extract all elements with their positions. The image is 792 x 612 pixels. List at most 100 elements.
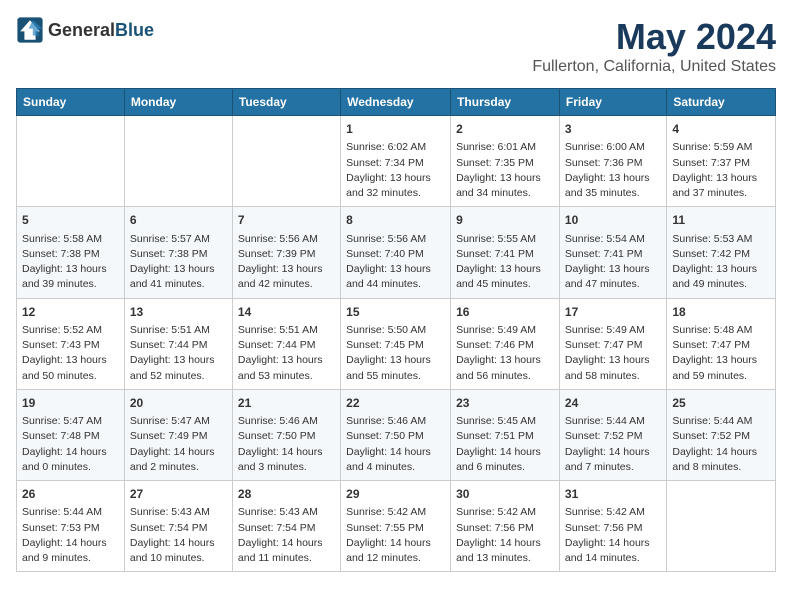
cell-content-line: and 41 minutes. — [130, 277, 227, 292]
cell-content-line: Daylight: 14 hours — [22, 536, 119, 551]
cell-content-line: Sunset: 7:52 PM — [565, 429, 661, 444]
cell-content-line: and 11 minutes. — [238, 551, 335, 566]
calendar-cell: 26Sunrise: 5:44 AMSunset: 7:53 PMDayligh… — [17, 481, 125, 572]
cell-content-line: Sunset: 7:54 PM — [130, 521, 227, 536]
cell-content-line: and 4 minutes. — [346, 460, 445, 475]
cell-content-line: Sunset: 7:38 PM — [130, 247, 227, 262]
calendar-cell: 11Sunrise: 5:53 AMSunset: 7:42 PMDayligh… — [667, 207, 776, 298]
calendar-cell: 25Sunrise: 5:44 AMSunset: 7:52 PMDayligh… — [667, 389, 776, 480]
cell-content-line: Sunset: 7:53 PM — [22, 521, 119, 536]
cell-content-line: Sunset: 7:47 PM — [565, 338, 661, 353]
cell-content-line: Sunrise: 5:44 AM — [22, 505, 119, 520]
cell-content-line: Daylight: 14 hours — [238, 445, 335, 460]
day-number: 7 — [238, 212, 335, 229]
cell-content-line: Sunset: 7:42 PM — [672, 247, 770, 262]
day-number: 19 — [22, 395, 119, 412]
cell-content-line: Sunset: 7:40 PM — [346, 247, 445, 262]
calendar-cell: 18Sunrise: 5:48 AMSunset: 7:47 PMDayligh… — [667, 298, 776, 389]
cell-content-line: Sunrise: 5:55 AM — [456, 232, 554, 247]
cell-content-line: and 3 minutes. — [238, 460, 335, 475]
cell-content-line: and 45 minutes. — [456, 277, 554, 292]
day-headers-row: SundayMondayTuesdayWednesdayThursdayFrid… — [17, 89, 776, 116]
cell-content-line: Sunrise: 5:46 AM — [346, 414, 445, 429]
cell-content-line: Sunrise: 5:47 AM — [22, 414, 119, 429]
logo-icon — [16, 16, 44, 44]
cell-content-line: and 58 minutes. — [565, 369, 661, 384]
cell-content-line: Daylight: 14 hours — [130, 536, 227, 551]
cell-content-line: Sunrise: 5:43 AM — [238, 505, 335, 520]
cell-content-line: and 34 minutes. — [456, 186, 554, 201]
cell-content-line: Daylight: 13 hours — [565, 353, 661, 368]
cell-content-line: Daylight: 14 hours — [565, 445, 661, 460]
cell-content-line: and 14 minutes. — [565, 551, 661, 566]
calendar-cell — [667, 481, 776, 572]
day-number: 16 — [456, 304, 554, 321]
cell-content-line: and 47 minutes. — [565, 277, 661, 292]
cell-content-line: and 55 minutes. — [346, 369, 445, 384]
cell-content-line: Daylight: 13 hours — [456, 262, 554, 277]
cell-content-line: Sunrise: 5:42 AM — [565, 505, 661, 520]
cell-content-line: Daylight: 13 hours — [238, 262, 335, 277]
day-header-tuesday: Tuesday — [232, 89, 340, 116]
cell-content-line: Sunset: 7:43 PM — [22, 338, 119, 353]
day-number: 31 — [565, 486, 661, 503]
cell-content-line: Sunrise: 5:47 AM — [130, 414, 227, 429]
cell-content-line: Sunset: 7:51 PM — [456, 429, 554, 444]
day-header-monday: Monday — [124, 89, 232, 116]
cell-content-line: and 35 minutes. — [565, 186, 661, 201]
calendar-cell — [124, 116, 232, 207]
week-row-4: 19Sunrise: 5:47 AMSunset: 7:48 PMDayligh… — [17, 389, 776, 480]
calendar-cell: 24Sunrise: 5:44 AMSunset: 7:52 PMDayligh… — [559, 389, 666, 480]
calendar-cell: 2Sunrise: 6:01 AMSunset: 7:35 PMDaylight… — [451, 116, 560, 207]
cell-content-line: Sunset: 7:50 PM — [238, 429, 335, 444]
day-header-thursday: Thursday — [451, 89, 560, 116]
cell-content-line: Daylight: 14 hours — [346, 445, 445, 460]
cell-content-line: Sunset: 7:41 PM — [565, 247, 661, 262]
day-number: 9 — [456, 212, 554, 229]
cell-content-line: Daylight: 13 hours — [238, 353, 335, 368]
cell-content-line: Daylight: 13 hours — [672, 171, 770, 186]
cell-content-line: Daylight: 14 hours — [456, 536, 554, 551]
cell-content-line: Daylight: 13 hours — [565, 171, 661, 186]
calendar-cell: 28Sunrise: 5:43 AMSunset: 7:54 PMDayligh… — [232, 481, 340, 572]
calendar-cell: 20Sunrise: 5:47 AMSunset: 7:49 PMDayligh… — [124, 389, 232, 480]
calendar-cell: 1Sunrise: 6:02 AMSunset: 7:34 PMDaylight… — [341, 116, 451, 207]
cell-content-line: Sunset: 7:36 PM — [565, 156, 661, 171]
cell-content-line: Daylight: 13 hours — [672, 353, 770, 368]
cell-content-line: and 12 minutes. — [346, 551, 445, 566]
cell-content-line: Daylight: 13 hours — [565, 262, 661, 277]
cell-content-line: Sunrise: 5:51 AM — [238, 323, 335, 338]
day-number: 25 — [672, 395, 770, 412]
day-header-friday: Friday — [559, 89, 666, 116]
cell-content-line: Sunrise: 5:46 AM — [238, 414, 335, 429]
cell-content-line: Sunrise: 5:51 AM — [130, 323, 227, 338]
cell-content-line: and 10 minutes. — [130, 551, 227, 566]
day-number: 23 — [456, 395, 554, 412]
cell-content-line: Sunrise: 5:49 AM — [456, 323, 554, 338]
calendar-cell: 12Sunrise: 5:52 AMSunset: 7:43 PMDayligh… — [17, 298, 125, 389]
cell-content-line: Daylight: 13 hours — [346, 262, 445, 277]
cell-content-line: and 32 minutes. — [346, 186, 445, 201]
logo: GeneralBlue — [16, 16, 154, 44]
cell-content-line: Daylight: 13 hours — [346, 353, 445, 368]
day-number: 18 — [672, 304, 770, 321]
page-header: GeneralBlue May 2024 Fullerton, Californ… — [16, 16, 776, 76]
cell-content-line: Daylight: 13 hours — [672, 262, 770, 277]
calendar-cell: 3Sunrise: 6:00 AMSunset: 7:36 PMDaylight… — [559, 116, 666, 207]
calendar-cell: 16Sunrise: 5:49 AMSunset: 7:46 PMDayligh… — [451, 298, 560, 389]
day-number: 22 — [346, 395, 445, 412]
cell-content-line: Sunrise: 5:58 AM — [22, 232, 119, 247]
cell-content-line: Daylight: 13 hours — [130, 353, 227, 368]
day-number: 12 — [22, 304, 119, 321]
cell-content-line: Sunset: 7:41 PM — [456, 247, 554, 262]
cell-content-line: Sunset: 7:56 PM — [565, 521, 661, 536]
cell-content-line: and 49 minutes. — [672, 277, 770, 292]
cell-content-line: Sunrise: 5:45 AM — [456, 414, 554, 429]
day-number: 21 — [238, 395, 335, 412]
location-title: Fullerton, California, United States — [532, 58, 776, 76]
calendar-cell — [232, 116, 340, 207]
cell-content-line: Daylight: 13 hours — [456, 171, 554, 186]
cell-content-line: Daylight: 14 hours — [238, 536, 335, 551]
day-number: 28 — [238, 486, 335, 503]
cell-content-line: and 59 minutes. — [672, 369, 770, 384]
